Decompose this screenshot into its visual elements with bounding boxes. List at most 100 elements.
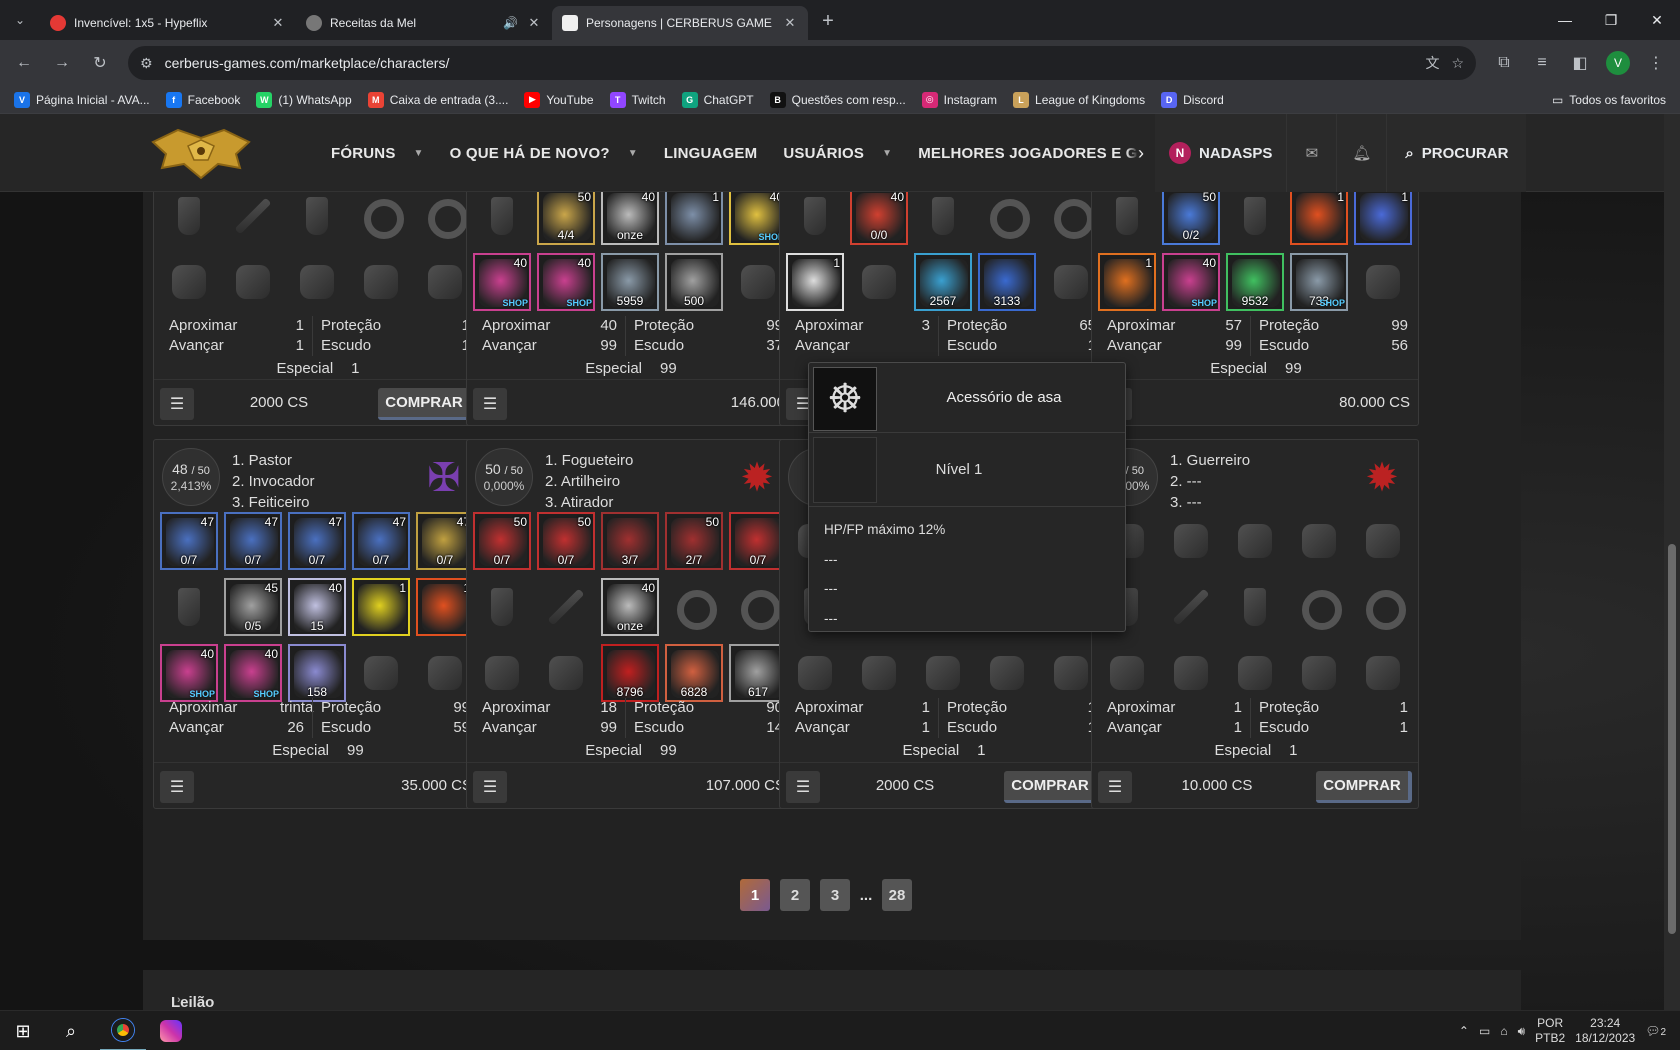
profile-button[interactable]: V [1602,47,1634,79]
search-button[interactable]: ⌕ PROCURAR [1386,114,1526,192]
display-icon[interactable]: ▭ [1479,1024,1490,1038]
equipment-slot[interactable]: 1 [352,578,410,636]
page-2-button[interactable]: 2 [780,879,810,911]
equipment-slot[interactable]: 40 onze [601,578,659,636]
bookmark-item[interactable]: ◎ Instagram [916,88,1003,112]
minimize-icon[interactable]: — [1542,0,1588,40]
equipment-slot[interactable]: 2567 [914,253,972,311]
tab-2[interactable]: Personagens | CERBERUS GAME ✕ [552,6,808,40]
empty-equipment-slot[interactable] [288,187,346,245]
caret-down-icon[interactable]: ▼ [628,148,638,159]
close-icon[interactable]: ✕ [270,15,286,31]
page-scrollbar[interactable] [1664,114,1680,1010]
empty-equipment-slot[interactable] [537,578,595,636]
empty-equipment-slot[interactable] [1290,578,1348,636]
nav-users[interactable]: USUÁRIOS ▼ [770,114,905,192]
bell-icon[interactable]: 🔔︎ [1336,114,1386,192]
user-menu[interactable]: N NADASPS [1155,142,1286,164]
empty-equipment-slot[interactable] [537,644,595,702]
close-icon[interactable]: ✕ [526,15,542,31]
equipment-slot[interactable]: 45 0/5 [224,578,282,636]
empty-equipment-slot[interactable] [786,644,844,702]
page-3-button[interactable]: 3 [820,879,850,911]
buy-button[interactable]: COMPRAR [378,388,474,420]
nav-forums[interactable]: FÓRUNS ▼ [318,114,437,192]
page-1-button[interactable]: 1 [740,879,770,911]
equipment-slot[interactable]: 1 [786,253,844,311]
back-icon[interactable]: ← [8,47,40,79]
empty-equipment-slot[interactable] [352,187,410,245]
forward-icon[interactable]: → [46,47,78,79]
equipment-slot[interactable]: 158 [288,644,346,702]
clock[interactable]: 23:24 18/12/2023 [1575,1016,1635,1046]
empty-equipment-slot[interactable] [1354,644,1412,702]
chevron-up-icon[interactable]: ⌃ [1459,1024,1469,1038]
details-menu-button[interactable]: ☰ [473,388,507,420]
equipment-slot[interactable]: 47 0/7 [352,512,410,570]
bookmark-item[interactable]: ▶ YouTube [518,88,599,112]
empty-equipment-slot[interactable] [1290,644,1348,702]
bookmark-item[interactable]: W (1) WhatsApp [250,88,357,112]
bookmark-item[interactable]: B Questões com resp... [764,88,912,112]
url-text[interactable]: cerberus-games.com/marketplace/character… [165,55,1414,71]
details-menu-button[interactable]: ☰ [160,388,194,420]
bookmark-item[interactable]: T Twitch [604,88,672,112]
empty-equipment-slot[interactable] [1098,187,1156,245]
equipment-slot[interactable]: 47 0/7 [160,512,218,570]
equipment-slot[interactable]: 733 SHOP [1290,253,1348,311]
speaker-icon[interactable]: 🔊 [503,16,518,30]
bookmark-item[interactable]: f Facebook [160,88,247,112]
bookmark-item[interactable]: M Caixa de entrada (3.... [362,88,515,112]
tab-1[interactable]: Receitas da Mel 🔊 ✕ [296,6,552,40]
restore-icon[interactable]: ❐ [1588,0,1634,40]
empty-equipment-slot[interactable] [665,578,723,636]
equipment-slot[interactable]: 40 15 [288,578,346,636]
page-28-button[interactable]: 28 [882,879,912,911]
equipment-slot[interactable]: 8796 [601,644,659,702]
equipment-slot[interactable]: 1 [665,187,723,245]
empty-equipment-slot[interactable] [473,187,531,245]
details-menu-button[interactable]: ☰ [1098,771,1132,803]
language-indicator[interactable]: POR PTB2 [1535,1016,1565,1046]
empty-equipment-slot[interactable] [914,187,972,245]
empty-equipment-slot[interactable] [160,253,218,311]
empty-equipment-slot[interactable] [1162,578,1220,636]
equipment-slot[interactable]: 40 onze [601,187,659,245]
empty-equipment-slot[interactable] [1354,578,1412,636]
equipment-slot[interactable]: 50 0/7 [537,512,595,570]
nav-language[interactable]: LINGUAGEM [651,114,770,192]
empty-equipment-slot[interactable] [914,644,972,702]
equipment-slot[interactable]: 1 [1290,187,1348,245]
equipment-slot[interactable]: 3/7 [601,512,659,570]
empty-equipment-slot[interactable] [1354,253,1412,311]
empty-equipment-slot[interactable] [1226,512,1284,570]
empty-equipment-slot[interactable] [978,187,1036,245]
menu-icon[interactable]: ⋮ [1640,47,1672,79]
empty-equipment-slot[interactable] [1162,644,1220,702]
equipment-slot[interactable]: 40 SHOP [537,253,595,311]
empty-equipment-slot[interactable] [1290,512,1348,570]
equipment-slot[interactable]: 9532 [1226,253,1284,311]
equipment-slot[interactable]: 6828 [665,644,723,702]
equipment-slot[interactable]: 1 [1098,253,1156,311]
empty-equipment-slot[interactable] [224,187,282,245]
equipment-slot[interactable]: 5959 [601,253,659,311]
tab-search-button[interactable]: ⌄ [4,4,36,36]
volume-icon[interactable]: 🔊︎ [1518,1024,1526,1039]
empty-equipment-slot[interactable] [473,578,531,636]
equipment-slot[interactable]: 40 SHOP [1162,253,1220,311]
close-icon[interactable]: ✕ [782,15,798,31]
bookmark-item[interactable]: D Discord [1155,88,1230,112]
details-menu-button[interactable]: ☰ [473,771,507,803]
equipment-slot[interactable]: 1 [1354,187,1412,245]
empty-equipment-slot[interactable] [160,187,218,245]
close-window-icon[interactable]: ✕ [1634,0,1680,40]
equipment-slot[interactable]: 40 0/0 [850,187,908,245]
empty-equipment-slot[interactable] [1354,512,1412,570]
details-menu-button[interactable]: ☰ [160,771,194,803]
empty-equipment-slot[interactable] [473,644,531,702]
media-icon[interactable]: ≡ [1526,47,1558,79]
instagram-icon[interactable] [148,1011,194,1050]
side-panel-icon[interactable]: ◧ [1564,47,1596,79]
caret-down-icon[interactable]: ▼ [882,148,892,159]
